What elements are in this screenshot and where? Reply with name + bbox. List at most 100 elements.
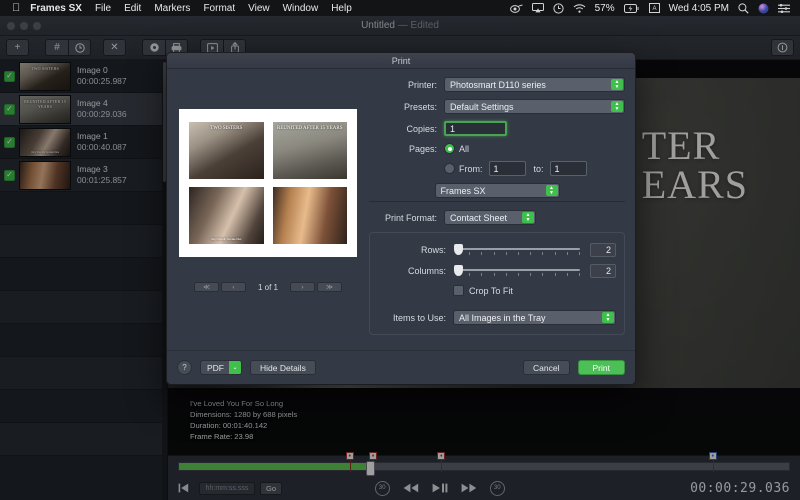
print-preview-page: TWO SISTERS REUNITED AFTER 15 YEARS Very… <box>179 109 357 257</box>
battery-icon[interactable] <box>623 3 640 13</box>
crop-to-fit-checkbox[interactable] <box>453 285 464 296</box>
chevron-updown-icon[interactable]: ▲ ▼ <box>602 312 614 323</box>
creative-cloud-icon[interactable] <box>509 4 523 13</box>
previous-page-button[interactable]: ‹ <box>220 282 246 292</box>
menu-bar-clock[interactable]: Wed 4:05 PM <box>669 3 729 14</box>
apple-menu-icon[interactable]:  <box>12 2 20 14</box>
pages-all-radio[interactable] <box>444 143 455 154</box>
preview-cell-caption: REUNITED AFTER 15 YEARS <box>276 126 343 131</box>
presets-label: Presets: <box>403 101 437 112</box>
preview-cell: REUNITED AFTER 15 YEARS <box>272 122 347 179</box>
rows-row: Rows: 2 <box>378 243 616 257</box>
preview-cell <box>272 187 347 244</box>
printer-select[interactable]: Photosmart D110 series ▲ ▼ <box>444 77 625 92</box>
contact-sheet-options: Rows: 2 Columns: 2 Crop To Fit Items to … <box>369 232 625 335</box>
items-to-use-value: All Images in the Tray <box>459 312 546 323</box>
menu-view[interactable]: View <box>248 3 270 14</box>
screen:  Frames SX File Edit Markers Format Vie… <box>0 0 800 500</box>
menu-markers[interactable]: Markers <box>154 3 190 14</box>
first-page-button[interactable]: ≪ <box>193 282 219 292</box>
pages-range-radio[interactable] <box>444 163 455 174</box>
items-to-use-select[interactable]: All Images in the Tray ▲ ▼ <box>453 310 616 325</box>
crop-to-fit-row: Crop To Fit <box>378 285 616 296</box>
pages-from-input[interactable]: 1 <box>488 161 526 176</box>
search-icon[interactable] <box>738 2 749 14</box>
time-machine-icon[interactable] <box>552 2 564 14</box>
preview-cell-caption: TWO SISTERS <box>210 126 243 131</box>
pdf-button[interactable]: PDF ⌄ <box>200 360 242 375</box>
print-preview-column: TWO SISTERS REUNITED AFTER 15 YEARS Very… <box>177 77 359 350</box>
wifi-icon[interactable] <box>573 3 586 13</box>
pages-label: Pages: <box>408 143 437 154</box>
hide-details-button[interactable]: Hide Details <box>250 360 316 375</box>
app-pane-select-value: Frames SX <box>440 185 486 196</box>
battery-percent-label: 57% <box>594 2 615 14</box>
menu-bar:  Frames SX File Edit Markers Format Vie… <box>0 0 800 16</box>
print-format-row: Print Format: Contact Sheet ▲ ▼ <box>369 210 625 225</box>
pages-all-row: Pages: All <box>369 143 625 154</box>
printer-row: Printer: Photosmart D110 series ▲ ▼ <box>369 77 625 92</box>
chevron-updown-icon[interactable]: ▲ ▼ <box>611 79 623 90</box>
rows-label: Rows: <box>420 245 446 255</box>
page-indicator: 1 of 1 <box>257 282 278 292</box>
pages-all-label: All <box>459 143 470 154</box>
rows-slider[interactable] <box>453 243 582 257</box>
print-button[interactable]: Print <box>577 360 625 375</box>
rows-value[interactable]: 2 <box>590 243 616 257</box>
input-source-icon[interactable]: A <box>648 3 660 13</box>
pages-to-input[interactable]: 1 <box>549 161 587 176</box>
rows-slider-ticks <box>457 252 580 256</box>
chevron-down-icon[interactable]: ⌄ <box>229 361 241 374</box>
menu-help[interactable]: Help <box>331 3 352 14</box>
print-dialog-body: TWO SISTERS REUNITED AFTER 15 YEARS Very… <box>167 69 635 350</box>
presets-row: Presets: Default Settings ▲ ▼ <box>369 99 625 114</box>
cancel-button[interactable]: Cancel <box>523 360 570 375</box>
menu-frames-sx[interactable]: Frames SX <box>30 3 82 14</box>
airplay-icon[interactable] <box>531 3 544 13</box>
menu-format[interactable]: Format <box>203 3 235 14</box>
siri-icon[interactable] <box>758 3 769 14</box>
items-to-use-label: Items to Use: <box>392 312 446 323</box>
preview-cell: TWO SISTERS <box>189 122 264 179</box>
preview-pager: ≪ ‹ 1 of 1 › ≫ <box>193 282 342 292</box>
columns-row: Columns: 2 <box>378 264 616 278</box>
next-page-button[interactable]: › <box>290 282 315 292</box>
columns-slider-ticks <box>457 273 580 277</box>
preview-cell: Very friendly female files <box>189 187 264 244</box>
crop-to-fit-label: Crop To Fit <box>469 285 513 296</box>
columns-slider[interactable] <box>453 264 582 278</box>
help-button[interactable]: ? <box>177 360 192 375</box>
print-format-select[interactable]: Contact Sheet ▲ ▼ <box>444 210 536 225</box>
last-page-button[interactable]: ≫ <box>317 282 342 292</box>
rows-slider-knob[interactable] <box>454 244 463 255</box>
printer-select-value: Photosmart D110 series <box>450 79 546 90</box>
columns-value[interactable]: 2 <box>590 264 616 278</box>
columns-slider-knob[interactable] <box>454 265 463 276</box>
footer-action-buttons: Cancel Print <box>523 360 625 375</box>
chevron-updown-icon[interactable]: ▲ ▼ <box>611 101 623 112</box>
chevron-updown-icon[interactable]: ▲ ▼ <box>545 185 558 196</box>
pages-from-label: From: <box>459 163 483 174</box>
print-dialog: Print TWO SISTERS REUNITED AFTER 15 YEAR… <box>166 52 636 385</box>
svg-text:A: A <box>652 6 656 12</box>
print-options-column: Printer: Photosmart D110 series ▲ ▼ Prese… <box>359 77 625 350</box>
print-format-value: Contact Sheet <box>450 212 508 223</box>
menu-window[interactable]: Window <box>283 3 319 14</box>
columns-slider-track <box>457 269 580 271</box>
copies-label: Copies: <box>406 123 437 134</box>
presets-select[interactable]: Default Settings ▲ ▼ <box>444 99 625 114</box>
pdf-button-label: PDF <box>207 362 224 373</box>
app-pane-select-wrap: Frames SX ▲ ▼ <box>434 183 560 198</box>
print-format-label: Print Format: <box>384 212 437 223</box>
menu-file[interactable]: File <box>95 3 111 14</box>
menu-bar-status-area: 57% A Wed 4:05 PM <box>509 2 794 14</box>
chevron-updown-icon[interactable]: ▲ ▼ <box>522 212 534 223</box>
copies-input[interactable]: 1 <box>444 121 507 136</box>
app-pane-select[interactable]: Frames SX ▲ ▼ <box>434 183 560 198</box>
control-center-icon[interactable] <box>778 3 790 13</box>
printer-label: Printer: <box>407 79 437 90</box>
print-dialog-footer: ? PDF ⌄ Hide Details Cancel Print <box>167 350 635 384</box>
menu-edit[interactable]: Edit <box>124 3 141 14</box>
print-dialog-title: Print <box>167 53 635 69</box>
pages-to-label: to: <box>533 163 544 174</box>
